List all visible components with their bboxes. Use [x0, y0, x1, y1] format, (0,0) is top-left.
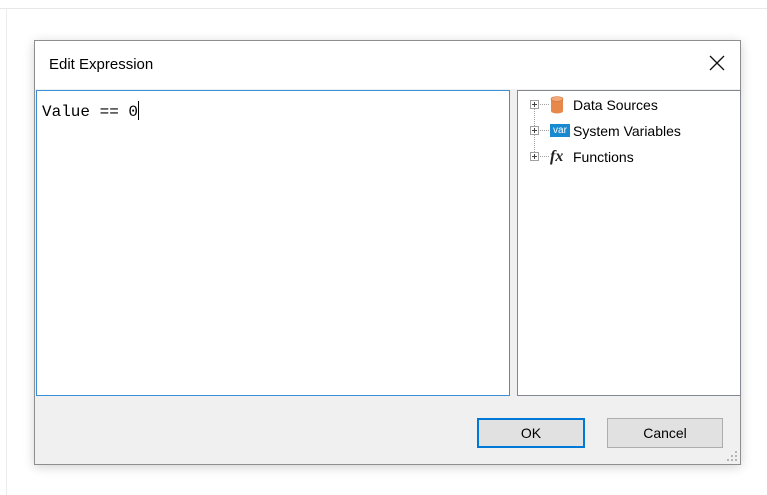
tree-item-label: Data Sources — [573, 97, 658, 113]
expand-icon[interactable] — [530, 152, 539, 161]
expand-icon[interactable] — [530, 126, 539, 135]
tree-item-label: System Variables — [573, 123, 681, 139]
title-bar[interactable]: Edit Expression — [35, 41, 740, 89]
text-caret — [138, 101, 140, 120]
expression-editor[interactable]: Value == 0 — [36, 90, 510, 396]
tree-item-data-sources[interactable]: Data Sources — [530, 95, 735, 115]
tree-item-functions[interactable]: fx Functions — [530, 147, 735, 167]
close-button[interactable] — [694, 41, 740, 87]
expression-value: Value == 0 — [42, 103, 139, 121]
cancel-button[interactable]: Cancel — [607, 418, 723, 448]
expression-tree[interactable]: Data Sources var System Variables fx Fun… — [517, 90, 741, 396]
tree-item-system-variables[interactable]: var System Variables — [530, 121, 735, 141]
database-icon — [550, 96, 564, 119]
resize-grip-icon[interactable] — [726, 450, 738, 462]
close-icon — [709, 55, 725, 71]
tree-item-label: Functions — [573, 149, 634, 165]
tree-connector — [540, 104, 549, 106]
tree-connector — [540, 156, 549, 158]
dialog-title: Edit Expression — [49, 56, 154, 73]
page-left-border — [6, 8, 7, 495]
edit-expression-dialog: Edit Expression Value == 0 Data Sources — [34, 40, 741, 465]
expand-icon[interactable] — [530, 100, 539, 109]
ok-button[interactable]: OK — [477, 418, 585, 448]
page-top-border — [0, 8, 767, 9]
expression-text[interactable]: Value == 0 — [42, 101, 140, 121]
tree-connector — [540, 130, 549, 132]
var-icon: var — [550, 124, 570, 137]
function-icon: fx — [550, 148, 564, 165]
